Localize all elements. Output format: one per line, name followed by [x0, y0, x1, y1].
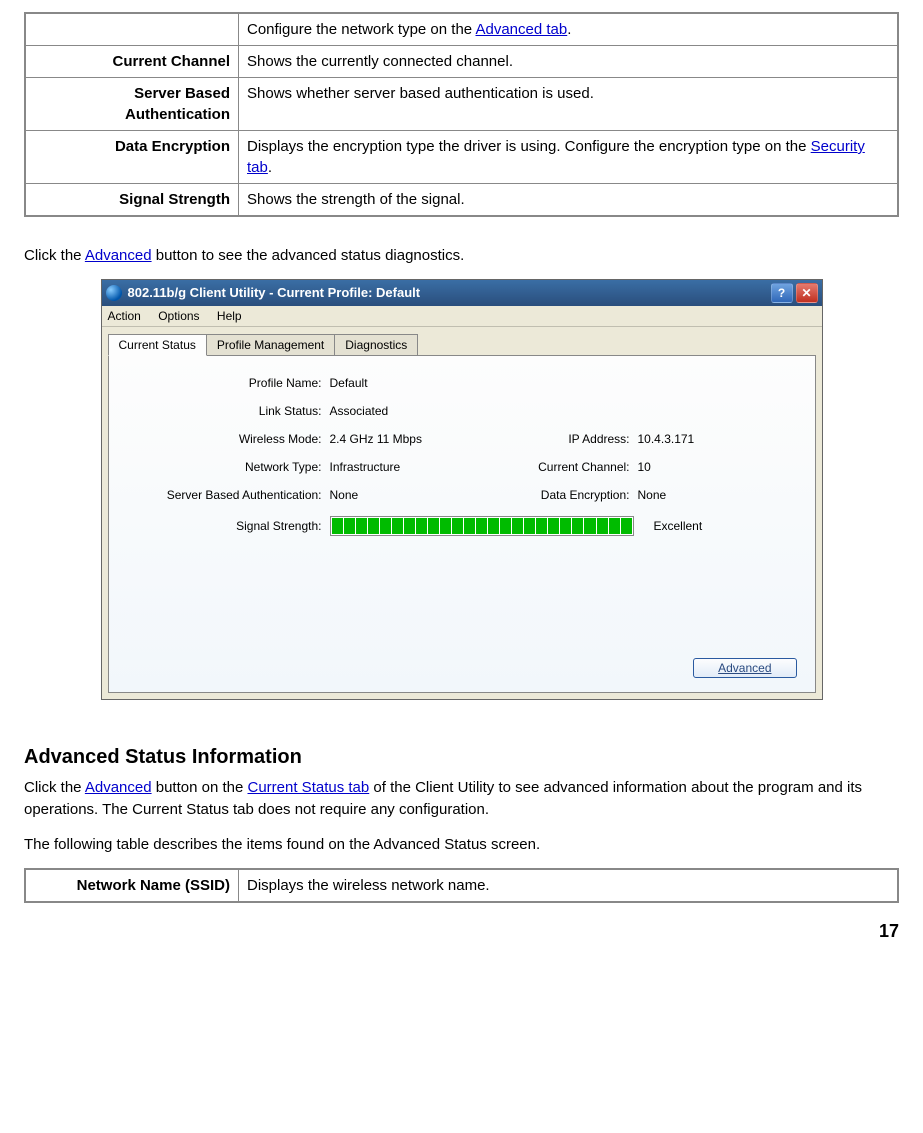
data-encryption-value: None — [638, 488, 797, 502]
page-number: 17 — [24, 921, 899, 942]
advanced-button[interactable]: Advanced — [693, 658, 796, 678]
advanced-tab-link[interactable]: Advanced tab — [475, 21, 567, 38]
def-desc: Shows the currently connected channel. — [239, 46, 899, 78]
client-utility-window: 802.11b/g Client Utility - Current Profi… — [101, 279, 823, 700]
profile-name-value: Default — [330, 376, 480, 390]
signal-strength-bar — [330, 516, 634, 536]
window-title: 802.11b/g Client Utility - Current Profi… — [128, 285, 768, 300]
titlebar: 802.11b/g Client Utility - Current Profi… — [102, 280, 822, 306]
paragraph: Click the Advanced button on the Current… — [24, 777, 899, 821]
paragraph: The following table describes the items … — [24, 834, 899, 856]
table-row: Configure the network type on the Advanc… — [25, 13, 898, 46]
table-row: Signal Strength Shows the strength of th… — [25, 184, 898, 217]
menu-action[interactable]: Action — [108, 309, 141, 323]
ip-address-label: IP Address: — [480, 432, 638, 446]
def-label: Data Encryption — [25, 131, 239, 184]
signal-strength-text: Excellent — [654, 519, 703, 533]
link-status-label: Link Status: — [127, 404, 330, 418]
link-status-value: Associated — [330, 404, 480, 418]
tabstrip: Current Status Profile Management Diagno… — [102, 327, 822, 355]
def-desc: Displays the encryption type the driver … — [239, 131, 899, 184]
def-label: Server Based Authentication — [25, 78, 239, 131]
menu-help[interactable]: Help — [217, 309, 242, 323]
def-label: Network Name (SSID) — [25, 869, 239, 902]
definitions-table-2: Network Name (SSID) Displays the wireles… — [24, 868, 899, 903]
close-button[interactable]: ✕ — [796, 283, 818, 303]
table-row: Server Based Authentication Shows whethe… — [25, 78, 898, 131]
tab-profile-management[interactable]: Profile Management — [206, 334, 335, 356]
help-button[interactable]: ? — [771, 283, 793, 303]
def-label: Signal Strength — [25, 184, 239, 217]
data-encryption-label: Data Encryption: — [480, 488, 638, 502]
table-row: Network Name (SSID) Displays the wireles… — [25, 869, 898, 902]
paragraph: Click the Advanced button to see the adv… — [24, 245, 899, 267]
def-desc: Displays the wireless network name. — [239, 869, 899, 902]
table-row: Data Encryption Displays the encryption … — [25, 131, 898, 184]
menu-options[interactable]: Options — [158, 309, 199, 323]
table-row: Current Channel Shows the currently conn… — [25, 46, 898, 78]
tab-diagnostics[interactable]: Diagnostics — [334, 334, 418, 356]
definitions-table-1: Configure the network type on the Advanc… — [24, 12, 899, 217]
wireless-mode-value: 2.4 GHz 11 Mbps — [330, 432, 480, 446]
signal-strength-label: Signal Strength: — [127, 519, 330, 533]
menubar: Action Options Help — [102, 306, 822, 327]
section-heading: Advanced Status Information — [24, 746, 899, 769]
advanced-link[interactable]: Advanced — [85, 247, 152, 264]
server-based-auth-value: None — [330, 488, 480, 502]
profile-name-label: Profile Name: — [127, 376, 330, 390]
current-status-tab-link[interactable]: Current Status tab — [248, 779, 370, 796]
network-type-label: Network Type: — [127, 460, 330, 474]
wireless-mode-label: Wireless Mode: — [127, 432, 330, 446]
current-channel-label: Current Channel: — [480, 460, 638, 474]
def-desc: Configure the network type on the Advanc… — [239, 13, 899, 46]
tab-panel: Profile Name: Default Link Status: Assoc… — [108, 355, 816, 693]
def-desc: Shows whether server based authenticatio… — [239, 78, 899, 131]
app-icon — [106, 285, 122, 301]
tab-current-status[interactable]: Current Status — [108, 334, 207, 356]
advanced-link[interactable]: Advanced — [85, 779, 152, 796]
network-type-value: Infrastructure — [330, 460, 480, 474]
server-based-auth-label: Server Based Authentication: — [127, 488, 330, 502]
ip-address-value: 10.4.3.171 — [638, 432, 797, 446]
def-desc: Shows the strength of the signal. — [239, 184, 899, 217]
def-label: Current Channel — [25, 46, 239, 78]
current-channel-value: 10 — [638, 460, 797, 474]
def-label — [25, 13, 239, 46]
